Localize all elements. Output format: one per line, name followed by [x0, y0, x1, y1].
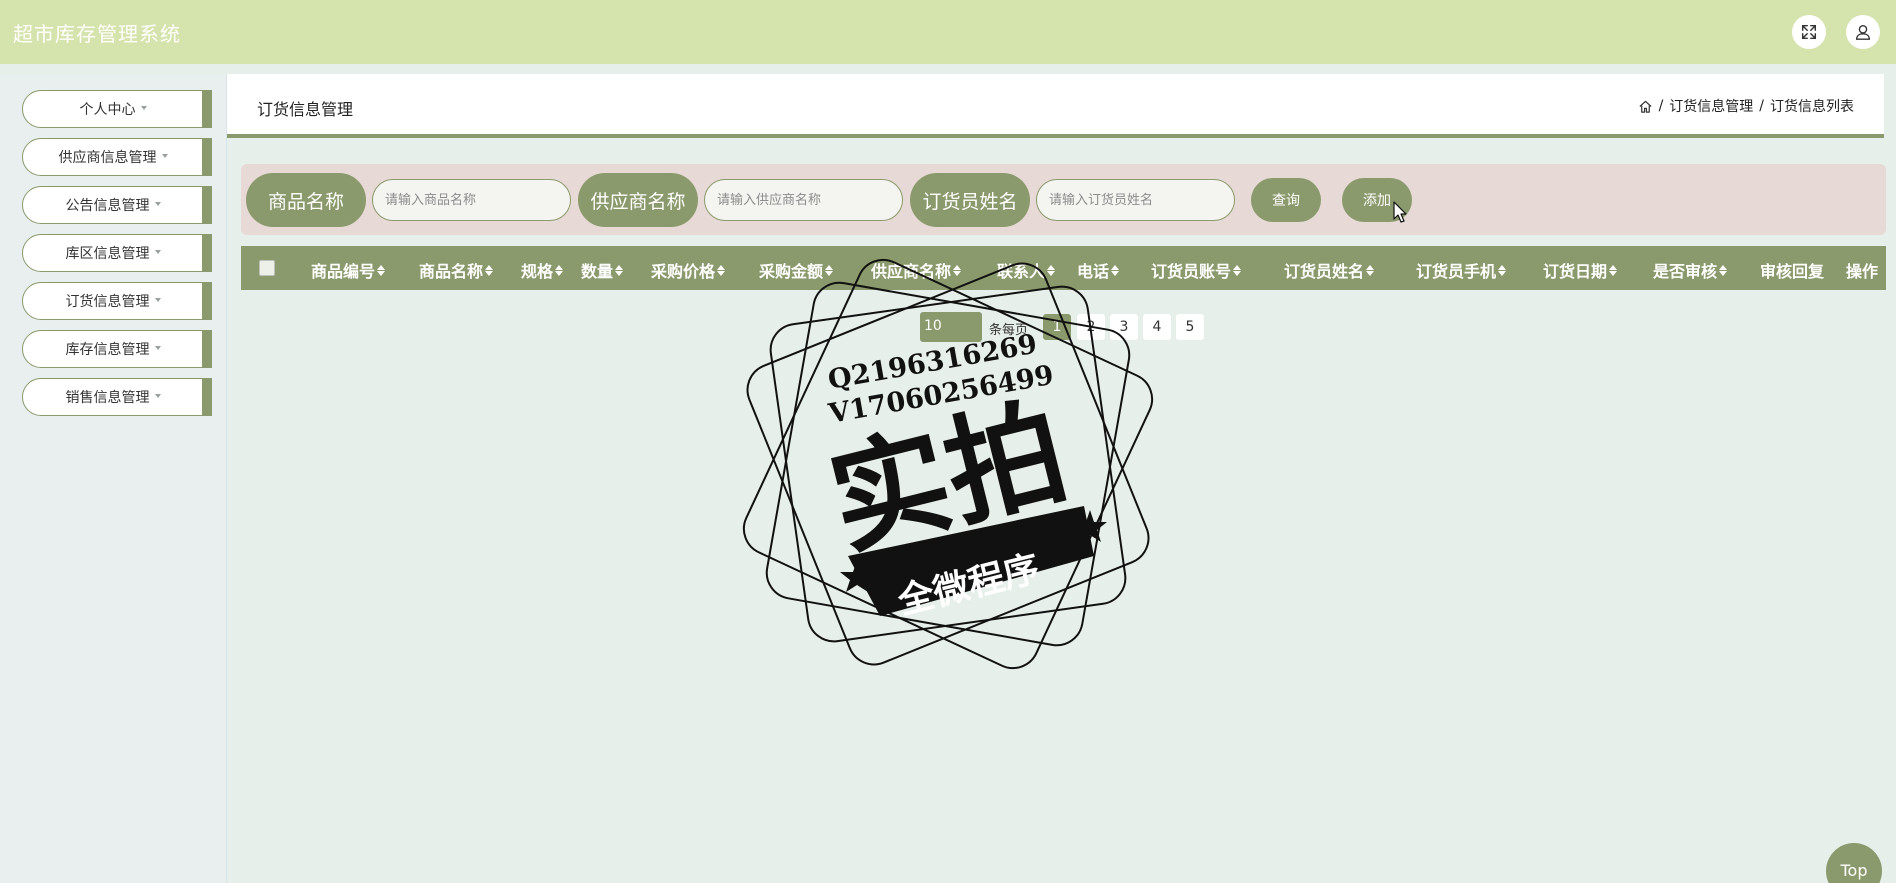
table-header: 商品编号 商品名称 规格 数量 采购价格 采购金额 供应商名称 联系人 电话 订… [241, 246, 1886, 290]
caret-down-icon [154, 298, 161, 302]
column-header[interactable]: 采购价格 [651, 258, 726, 282]
sort-icon [377, 264, 386, 276]
column-header[interactable]: 规格 [521, 258, 564, 282]
sidebar-item-label: 供应商信息管理 [58, 150, 157, 166]
supplier-name-input[interactable] [704, 179, 903, 221]
watermark-line2: V17060256499 [825, 360, 1056, 430]
sidebar-item-warehouse-area[interactable]: 库区信息管理 [22, 234, 212, 272]
page-button[interactable]: 2 [1077, 314, 1105, 340]
caret-down-icon [154, 202, 161, 206]
star-icon [840, 560, 874, 592]
column-header[interactable]: 商品编号 [311, 258, 386, 282]
sidebar-item-announcement[interactable]: 公告信息管理 [22, 186, 212, 224]
breadcrumb-item[interactable]: 订货信息管理 [1669, 96, 1753, 116]
column-header[interactable]: 商品名称 [419, 258, 494, 282]
column-header[interactable]: 联系人 [997, 258, 1056, 282]
page-title: 订货信息管理 [257, 100, 354, 119]
column-header[interactable]: 订货日期 [1543, 258, 1618, 282]
page-button[interactable]: 3 [1110, 314, 1138, 340]
sidebar-item-supplier[interactable]: 供应商信息管理 [22, 138, 212, 176]
supplier-name-label: 供应商名称 [578, 173, 698, 227]
query-button[interactable]: 查询 [1251, 178, 1321, 222]
caret-down-icon [154, 346, 161, 350]
page-button[interactable]: 4 [1143, 314, 1171, 340]
watermark-main: 实拍 [817, 381, 1079, 572]
sidebar-item-sales[interactable]: 销售信息管理 [22, 378, 212, 416]
per-page-label: 条每页 [989, 323, 1029, 338]
sidebar-item-label: 库存信息管理 [65, 342, 150, 358]
sidebar-item-label: 库区信息管理 [65, 246, 150, 262]
breadcrumb-item-current: 订货信息列表 [1770, 99, 1854, 115]
search-bar: 商品名称 供应商名称 订货员姓名 查询 添加 [241, 164, 1886, 235]
user-icon [1856, 25, 1870, 40]
user-button[interactable] [1846, 15, 1880, 49]
caret-down-icon [154, 250, 161, 254]
column-header: 审核回复 [1760, 262, 1825, 281]
top-header: 超市库存管理系统 [0, 0, 1896, 64]
column-header[interactable]: 订货员手机 [1416, 258, 1507, 282]
page-size-select[interactable]: 10 [920, 312, 982, 342]
sort-icon [825, 264, 834, 276]
page-button[interactable]: 1 [1043, 314, 1071, 340]
fullscreen-button[interactable] [1792, 15, 1826, 49]
sort-icon [555, 264, 564, 276]
sort-icon [1609, 264, 1618, 276]
page-header: 订货信息管理 / 订货信息管理 / 订货信息列表 [227, 74, 1884, 138]
sort-icon [953, 264, 962, 276]
back-to-top-button[interactable]: Top [1826, 843, 1882, 883]
fullscreen-icon [1801, 24, 1817, 40]
sort-icon [485, 264, 494, 276]
orderer-name-input[interactable] [1036, 179, 1235, 221]
product-name-label: 商品名称 [246, 173, 366, 227]
product-name-input[interactable] [372, 179, 571, 221]
column-header[interactable]: 电话 [1077, 258, 1120, 282]
star-icon [1073, 510, 1107, 542]
breadcrumb-separator: / [1759, 98, 1764, 114]
page-button[interactable]: 5 [1176, 314, 1204, 340]
sidebar-item-label: 销售信息管理 [65, 390, 150, 406]
breadcrumb-separator: / [1658, 98, 1664, 114]
caret-down-icon [161, 154, 168, 158]
sort-icon [1233, 264, 1242, 276]
sidebar-item-orders[interactable]: 订货信息管理 [22, 282, 212, 320]
sort-icon [1047, 264, 1056, 276]
app-title: 超市库存管理系统 [13, 21, 181, 46]
sidebar-item-label: 订货信息管理 [65, 294, 150, 310]
column-header[interactable]: 是否审核 [1653, 258, 1728, 282]
sidebar-item-label: 公告信息管理 [65, 198, 150, 214]
caret-down-icon [140, 106, 147, 110]
sort-icon [717, 264, 726, 276]
column-header[interactable]: 采购金额 [759, 258, 834, 282]
sidebar-item-inventory[interactable]: 库存信息管理 [22, 330, 212, 368]
sidebar: 个人中心 供应商信息管理 公告信息管理 库区信息管理 订货信息管理 库存信息管理… [0, 74, 227, 883]
sidebar-item-label: 个人中心 [79, 102, 136, 118]
column-header[interactable]: 订货员账号 [1151, 258, 1242, 282]
caret-down-icon [154, 394, 161, 398]
breadcrumb: / 订货信息管理 / 订货信息列表 [1638, 96, 1854, 116]
column-header[interactable]: 供应商名称 [871, 258, 962, 282]
select-all-checkbox[interactable] [259, 260, 275, 276]
sort-icon [1498, 264, 1507, 276]
column-header[interactable]: 订货员姓名 [1284, 258, 1375, 282]
column-header: 操作 [1846, 262, 1879, 281]
home-icon[interactable] [1638, 99, 1653, 114]
sidebar-item-personal-center[interactable]: 个人中心 [22, 90, 212, 128]
sort-icon [1366, 264, 1375, 276]
sort-icon [615, 264, 624, 276]
watermark-banner: 全微程序 [893, 547, 1044, 623]
orderer-name-label: 订货员姓名 [910, 173, 1030, 227]
sort-icon [1719, 264, 1728, 276]
mouse-cursor-icon [1393, 201, 1407, 223]
sort-icon [1111, 264, 1120, 276]
column-header[interactable]: 数量 [581, 258, 624, 282]
